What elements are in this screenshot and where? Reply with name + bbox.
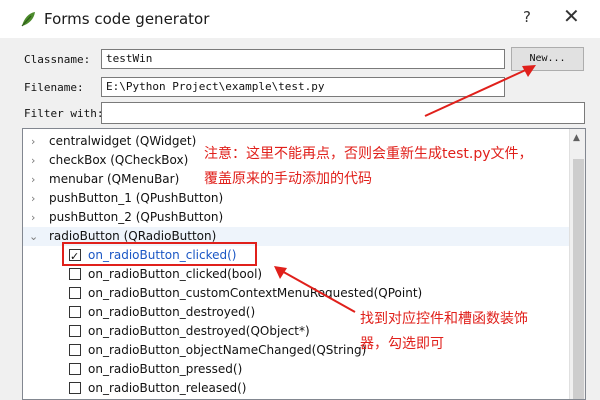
annotation-arrows	[274, 65, 536, 313]
arrow-to-new-button	[424, 67, 531, 117]
arrow-to-slot	[279, 269, 356, 313]
